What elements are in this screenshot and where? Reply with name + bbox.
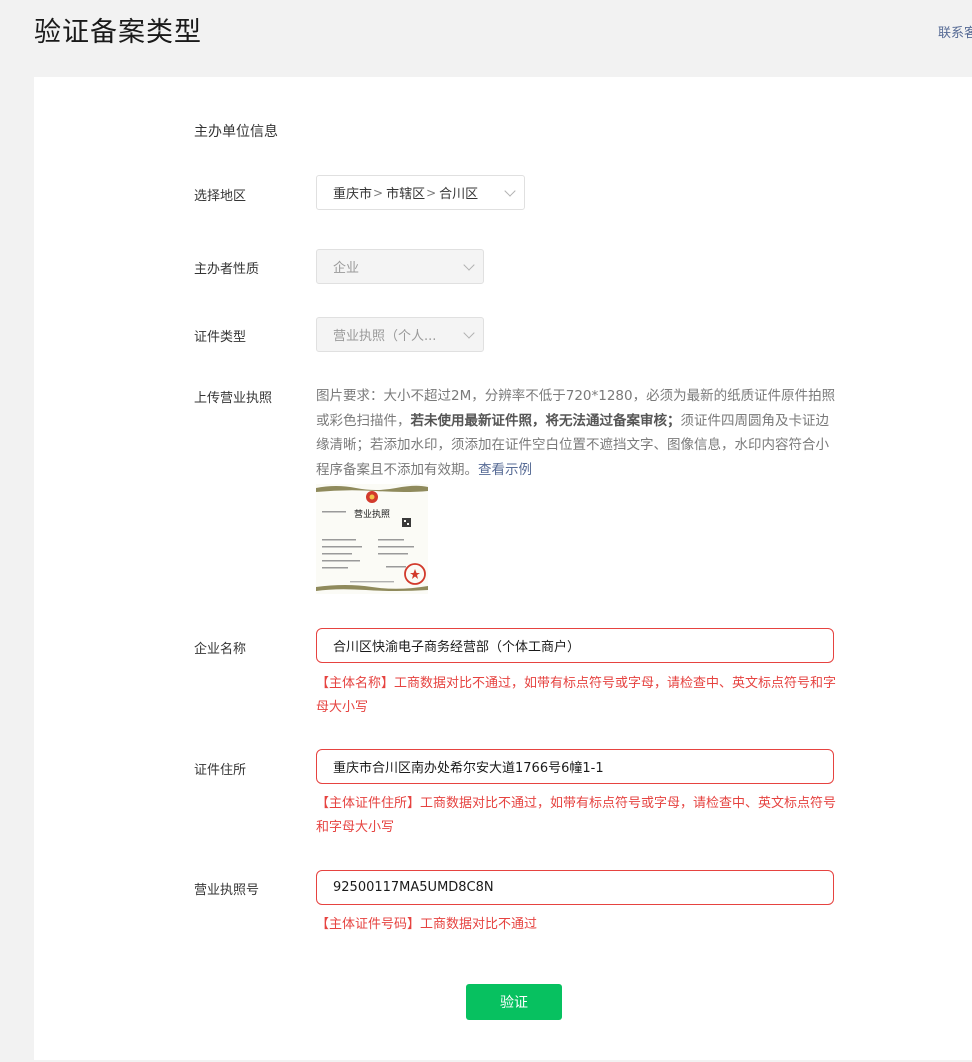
company-name-input[interactable]: 合川区快渝电子商务经营部（个体工商户） — [316, 628, 834, 663]
upload-warning-text: 若未使用最新证件照，将无法通过备案审核； — [410, 412, 681, 429]
cert-address-label: 证件住所 — [194, 763, 247, 778]
region-province: 重庆市 — [333, 187, 373, 202]
chevron-down-icon — [504, 185, 516, 197]
region-label: 选择地区 — [194, 189, 247, 204]
region-city: 市辖区 — [386, 187, 426, 202]
chevron-right-icon: > — [373, 185, 384, 200]
company-name-label: 企业名称 — [194, 642, 247, 657]
verify-button[interactable]: 验证 — [466, 984, 562, 1020]
form-card: 主办单位信息 选择地区 重庆市 > 市辖区 > 合川区 主办者性质 企业 证件类… — [34, 77, 972, 1060]
cert-address-error: 【主体证件住所】工商数据对比不通过，如带有标点符号或字母，请检查中、英文标点符号… — [316, 796, 837, 835]
license-thumbnail-image: 营业执照 — [316, 484, 428, 594]
license-thumbnail-title: 营业执照 — [354, 508, 390, 520]
upload-requirements: 图片要求：大小不超过2M，分辨率不低于720*1280，必须为最新的纸质证件原件… — [316, 384, 836, 482]
license-number-label: 营业执照号 — [194, 883, 260, 898]
cert-type-label: 证件类型 — [194, 330, 247, 345]
organizer-type-select[interactable]: 企业 — [316, 249, 484, 284]
company-name-error: 【主体名称】工商数据对比不通过，如带有标点符号或字母，请检查中、英文标点符号和字… — [316, 676, 837, 715]
region-district: 合川区 — [439, 187, 479, 202]
cert-type-select[interactable]: 营业执照（个人... — [316, 317, 484, 352]
view-example-link[interactable]: 查看示例 — [478, 462, 532, 478]
organizer-type-label: 主办者性质 — [194, 262, 260, 277]
chevron-down-icon — [463, 259, 475, 271]
upload-license-label: 上传营业执照 — [194, 391, 273, 406]
page-title: 验证备案类型 — [34, 17, 202, 48]
chevron-right-icon: > — [426, 185, 437, 200]
license-number-input[interactable]: 92500117MA5UMD8C8N — [316, 870, 834, 905]
license-number-error: 【主体证件号码】工商数据对比不通过 — [316, 917, 538, 932]
section-title: 主办单位信息 — [194, 124, 278, 140]
license-thumbnail[interactable]: 营业执照 — [316, 484, 428, 594]
cert-type-value: 营业执照（个人... — [333, 329, 437, 344]
cert-address-input[interactable]: 重庆市合川区南办处希尔安大道1766号6幢1-1 — [316, 749, 834, 784]
organizer-type-value: 企业 — [333, 261, 360, 276]
chevron-down-icon — [463, 327, 475, 339]
contact-service-link[interactable]: 联系客服 — [938, 22, 972, 41]
region-select[interactable]: 重庆市 > 市辖区 > 合川区 — [316, 175, 525, 210]
